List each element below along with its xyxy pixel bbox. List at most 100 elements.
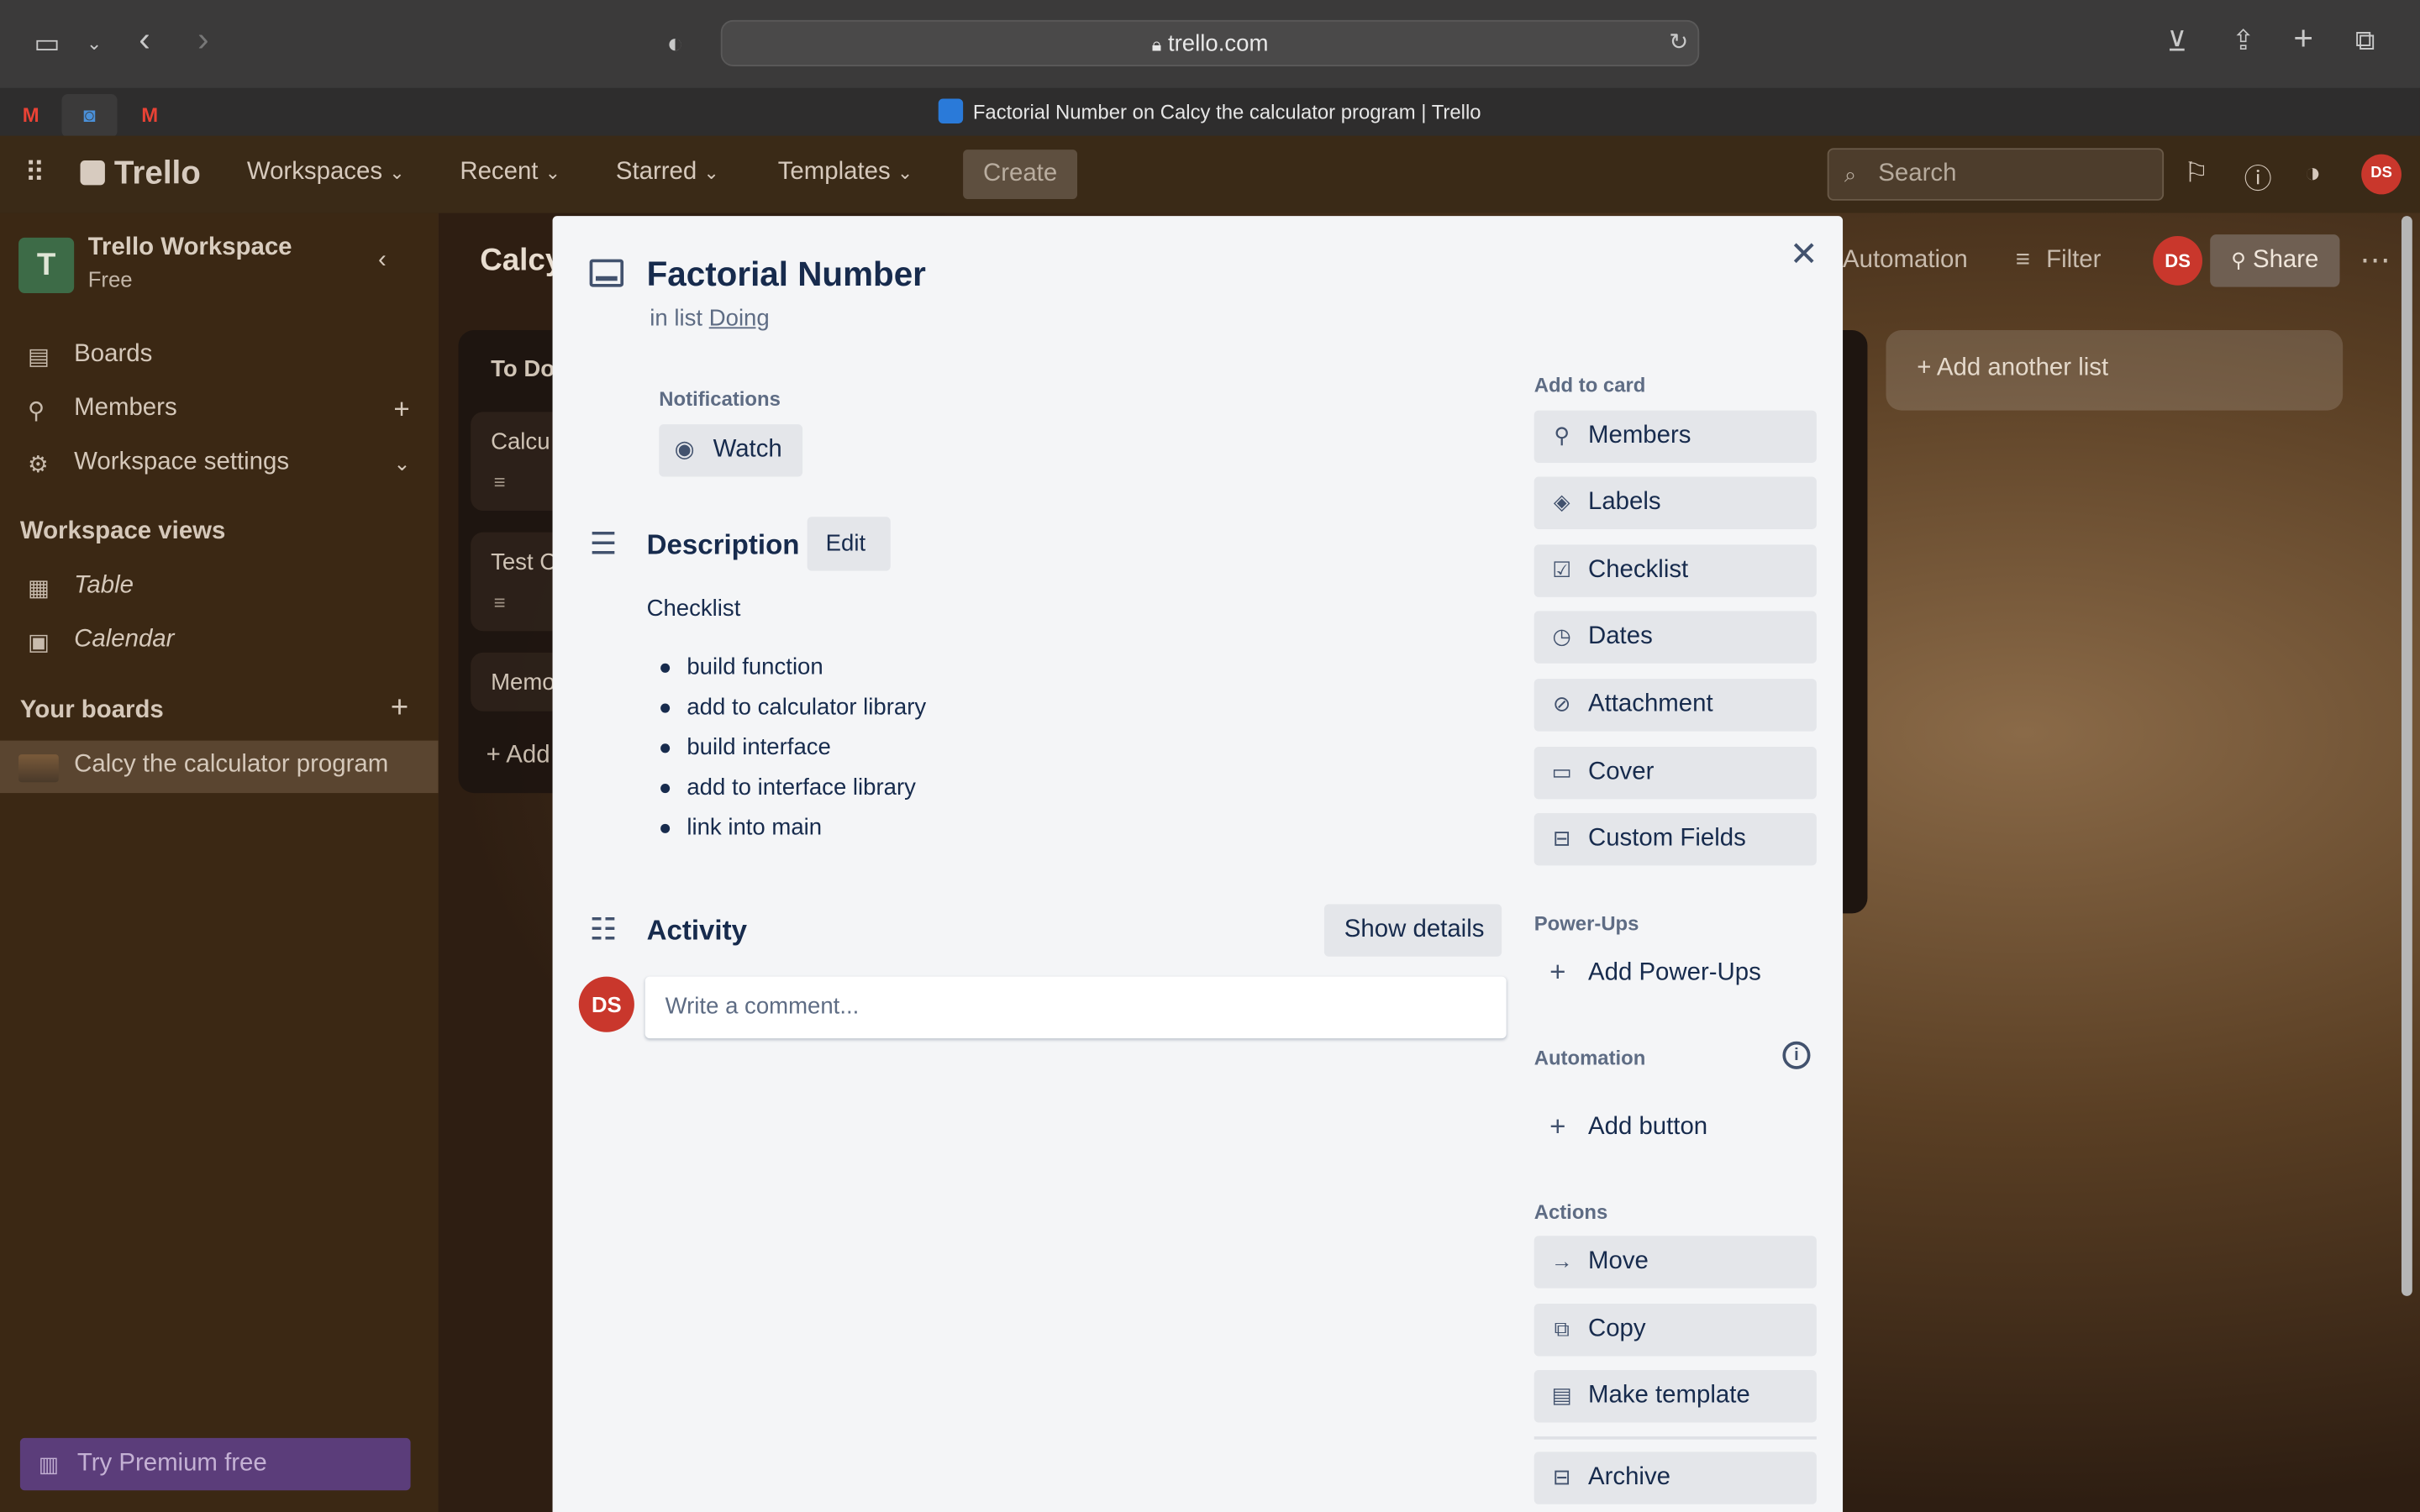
add-board-icon[interactable]: + bbox=[391, 691, 408, 727]
eye-icon: ◉ bbox=[674, 436, 695, 464]
activity-icon: ☷ bbox=[589, 913, 618, 948]
show-details-label: Show details bbox=[1344, 916, 1485, 943]
sidebar-item-boards[interactable]: ▤ Boards bbox=[0, 330, 439, 382]
show-details-button[interactable]: Show details bbox=[1323, 904, 1502, 957]
card-detail-modal: ✕ Factorial Number in list Doing Notific… bbox=[552, 216, 1844, 1512]
custom-fields-button[interactable]: ⊟ Custom Fields bbox=[1534, 812, 1817, 866]
automation-button[interactable]: Automation bbox=[1843, 247, 1968, 275]
close-icon[interactable]: ✕ bbox=[1790, 234, 1818, 275]
add-card-button[interactable]: + Add bbox=[487, 742, 550, 769]
collapse-sidebar-icon[interactable]: ‹ bbox=[378, 247, 387, 275]
cover-button[interactable]: ▭ Cover bbox=[1534, 746, 1817, 800]
dates-button[interactable]: ◷ Dates bbox=[1534, 611, 1817, 664]
sidebar-item-table[interactable]: ▦ Table bbox=[0, 562, 439, 614]
scrollbar-thumb[interactable] bbox=[2401, 216, 2412, 1296]
theme-icon[interactable]: ◑ bbox=[2304, 157, 2321, 190]
add-power-ups-button[interactable]: + Add Power-Ups bbox=[1534, 948, 1817, 1000]
add-list-button[interactable]: + Add another list bbox=[1886, 330, 2344, 411]
reload-icon[interactable]: ↻ bbox=[1669, 28, 1688, 59]
checklist-button[interactable]: ☑ Checklist bbox=[1534, 544, 1817, 597]
watch-button[interactable]: ◉ Watch bbox=[659, 424, 803, 477]
labels-button[interactable]: ◈ Labels bbox=[1534, 476, 1817, 529]
move-button[interactable]: → Move bbox=[1534, 1236, 1817, 1289]
list-item: add to interface library bbox=[660, 771, 926, 811]
sidebar-item-label: Workspace settings bbox=[74, 449, 290, 475]
sidebar-board-calcy[interactable]: Calcy the calculator program bbox=[0, 740, 439, 794]
search-icon: ⌕ bbox=[1844, 161, 1857, 187]
copy-button[interactable]: ⧉ Copy bbox=[1534, 1304, 1817, 1357]
info-icon[interactable]: i bbox=[1782, 1041, 1811, 1069]
edit-description-button[interactable]: Edit bbox=[807, 517, 891, 571]
sidebar-item-workspace-settings[interactable]: ⚙ Workspace settings ⌄ bbox=[0, 438, 439, 491]
share-icon[interactable]: ⇪ bbox=[2232, 24, 2255, 55]
nav-workspaces[interactable]: Workspaces ⌄ bbox=[247, 159, 405, 186]
avatar[interactable]: DS bbox=[578, 976, 634, 1032]
filter-icon: ≡ bbox=[2015, 246, 2030, 274]
board-member-avatar[interactable]: DS bbox=[2153, 236, 2203, 286]
button-label: Move bbox=[1587, 1247, 1649, 1275]
new-tab-icon[interactable]: + bbox=[2293, 21, 2313, 55]
divider bbox=[1534, 1436, 1817, 1440]
description-icon: ☰ bbox=[589, 528, 618, 562]
button-label: Cover bbox=[1587, 759, 1655, 785]
sidebar-item-label: Calendar bbox=[74, 626, 175, 653]
sidebar: T Trello Workspace Free ‹ ▤ Boards ⚲ Mem… bbox=[0, 213, 439, 1512]
custom-fields-icon: ⊟ bbox=[1552, 825, 1571, 851]
comment-input[interactable]: Write a comment... bbox=[644, 976, 1507, 1039]
back-icon[interactable]: ‹ bbox=[139, 23, 150, 56]
try-premium-button[interactable]: ▥ Try Premium free bbox=[19, 1437, 411, 1491]
sidebar-item-members[interactable]: ⚲ Members + bbox=[0, 384, 439, 436]
create-button[interactable]: Create bbox=[963, 150, 1078, 199]
list-link[interactable]: Doing bbox=[709, 306, 770, 332]
avatar[interactable]: DS bbox=[2361, 154, 2402, 195]
make-template-button[interactable]: ▤ Make template bbox=[1534, 1370, 1817, 1423]
shield-icon[interactable]: ◐ bbox=[666, 28, 683, 59]
premium-label: Try Premium free bbox=[76, 1450, 267, 1477]
help-icon[interactable]: ⓘ bbox=[2244, 157, 2272, 197]
lock-icon: 🔒︎ bbox=[1151, 34, 1162, 56]
notifications-icon[interactable]: ⚐ bbox=[2184, 157, 2209, 190]
members-button[interactable]: ⚲ Members bbox=[1534, 410, 1817, 464]
card-icon bbox=[589, 259, 624, 287]
button-label: Attachment bbox=[1587, 690, 1713, 718]
nav-templates[interactable]: Templates ⌄ bbox=[778, 159, 913, 186]
person-icon: ⚲ bbox=[1554, 423, 1570, 448]
card-title[interactable]: Factorial Number bbox=[647, 255, 926, 295]
archive-icon: ⊟ bbox=[1552, 1464, 1571, 1489]
active-tab[interactable]: Factorial Number on Calcy the calculator… bbox=[0, 98, 2420, 123]
forward-icon[interactable]: › bbox=[197, 23, 208, 56]
in-list-prefix: in list bbox=[650, 305, 703, 332]
actions-heading: Actions bbox=[1534, 1200, 1608, 1224]
sidebar-item-calendar[interactable]: ▣ Calendar bbox=[0, 616, 439, 668]
share-button[interactable]: ⚲ Share bbox=[2210, 234, 2340, 287]
sidebar-toggle-icon[interactable]: ▭ bbox=[34, 28, 60, 59]
download-icon[interactable]: ⊻ bbox=[2167, 26, 2187, 57]
gear-icon: ⚙ bbox=[28, 452, 49, 479]
filter-button[interactable]: ≡ Filter bbox=[2016, 247, 2102, 275]
tabs-overview-icon[interactable]: ⧉ bbox=[2355, 24, 2375, 55]
nav-recent[interactable]: Recent ⌄ bbox=[460, 159, 560, 186]
search-input[interactable]: ⌕ Search bbox=[1827, 148, 2165, 201]
list-title[interactable]: To Do bbox=[491, 356, 555, 382]
page-scrollbar[interactable] bbox=[2396, 213, 2415, 1296]
add-button-button[interactable]: + Add button bbox=[1534, 1101, 1817, 1153]
address-bar[interactable]: 🔒︎ trello.com ↻ bbox=[720, 19, 1700, 66]
tab-bar: M ◙ M Factorial Number on Calcy the calc… bbox=[0, 87, 2420, 138]
attachment-button[interactable]: ⊘ Attachment bbox=[1534, 679, 1817, 732]
arrow-right-icon: → bbox=[1550, 1247, 1573, 1273]
logo-text: Trello bbox=[113, 155, 201, 192]
chevron-down-icon: ⌄ bbox=[897, 161, 913, 184]
chevron-down-icon[interactable]: ⌄ bbox=[393, 452, 410, 476]
browser-chrome: ▭ ⌄ ‹ › ◐ 🔒︎ trello.com ↻ ⊻ ⇪ + ⧉ M ◙ M … bbox=[0, 0, 2420, 138]
chevron-down-icon[interactable]: ⌄ bbox=[87, 28, 102, 59]
archive-button[interactable]: ⊟ Archive bbox=[1534, 1452, 1817, 1504]
button-label: Labels bbox=[1587, 489, 1661, 516]
board-title[interactable]: Calcy bbox=[480, 244, 562, 279]
more-icon[interactable]: ⋯ bbox=[2360, 241, 2391, 280]
add-member-icon[interactable]: + bbox=[393, 393, 409, 426]
trello-logo[interactable]: Trello bbox=[80, 155, 201, 193]
nav-starred[interactable]: Starred ⌄ bbox=[616, 159, 719, 186]
app-switcher-icon[interactable]: ⠿ bbox=[24, 157, 45, 190]
paperclip-icon: ⊘ bbox=[1552, 690, 1571, 717]
in-list-text: in list Doing bbox=[650, 306, 769, 332]
